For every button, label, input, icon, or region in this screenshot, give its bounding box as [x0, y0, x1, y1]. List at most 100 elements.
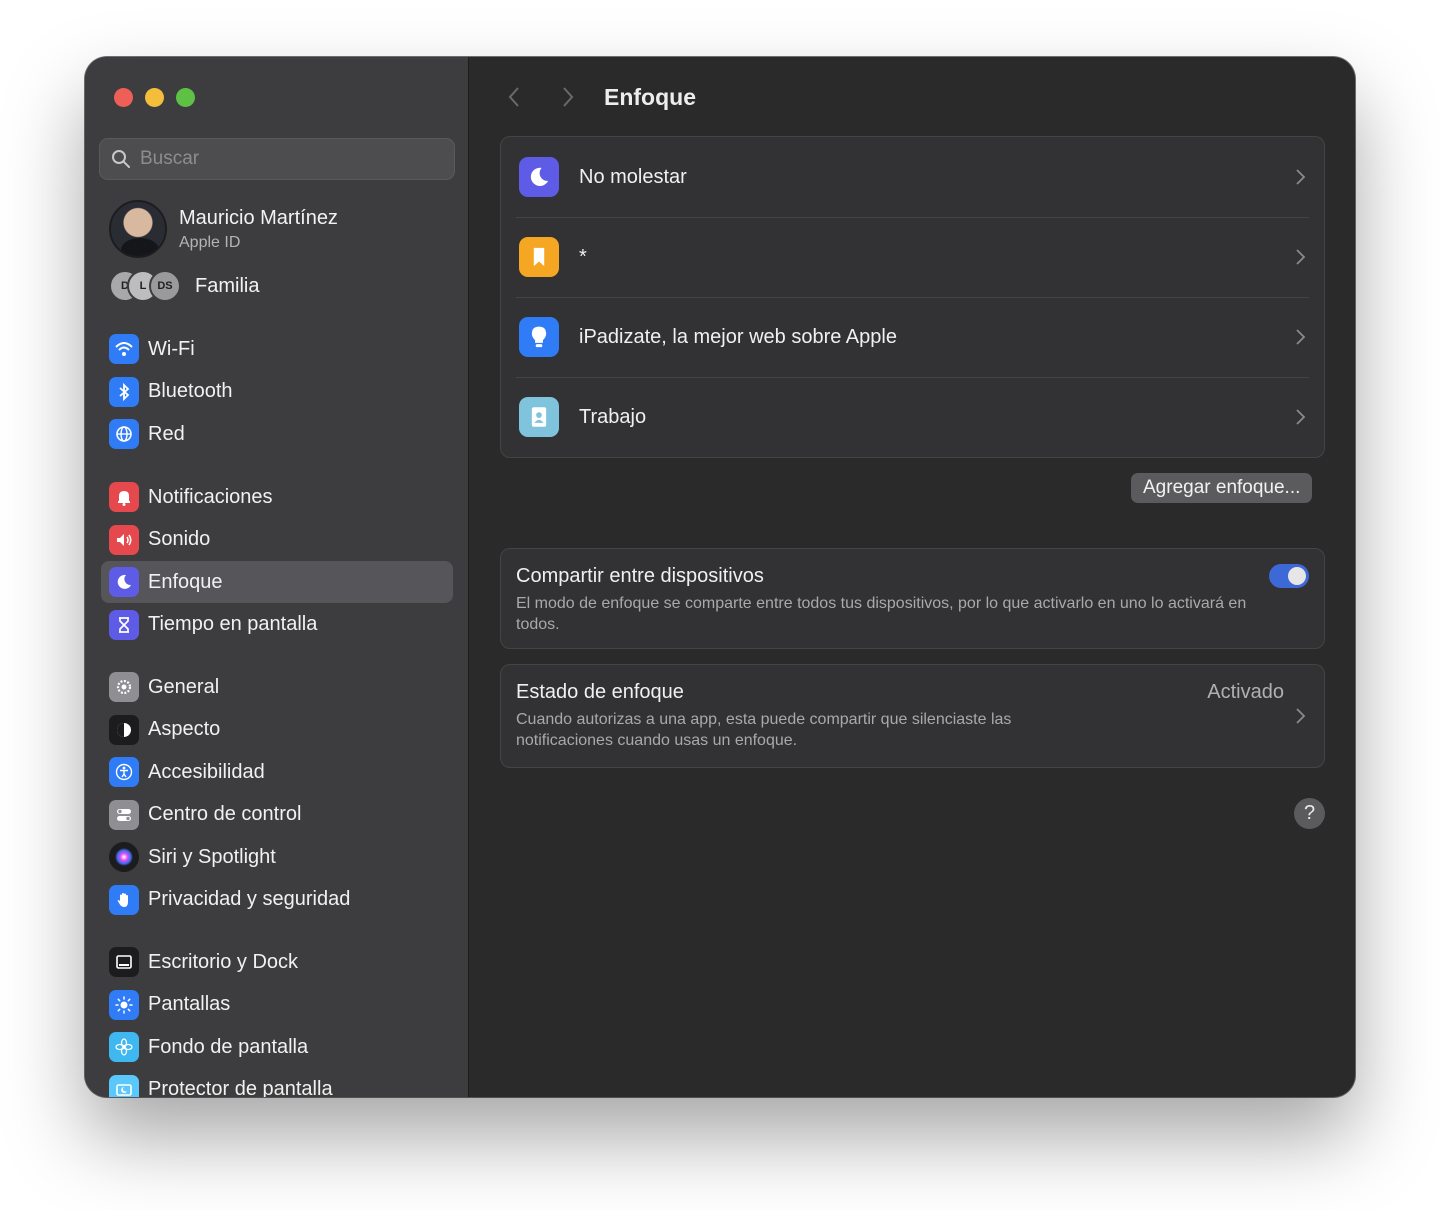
share-title: Compartir entre dispositivos — [516, 565, 764, 587]
focus-mode-ipadizate[interactable]: iPadizate, la mejor web sobre Apple — [501, 297, 1324, 377]
screensaver-icon — [109, 1074, 139, 1097]
gear-icon — [109, 672, 139, 702]
moon-icon — [109, 567, 139, 597]
focus-mode-do-not-disturb[interactable]: No molestar — [501, 137, 1324, 217]
sidebar-item-general[interactable]: General — [101, 666, 453, 708]
sidebar-item-control-center[interactable]: Centro de control — [101, 794, 453, 836]
moon-icon — [519, 157, 559, 197]
sidebar-item-label: Aspecto — [148, 718, 221, 740]
sidebar-item-label: General — [148, 675, 220, 698]
appearance-icon — [109, 714, 139, 745]
sidebar-item-label: Tiempo en pantalla — [148, 613, 318, 635]
sidebar-item-notifications[interactable]: Notificaciones — [101, 476, 453, 518]
main-panel: Enfoque No molestar * iPadizate, la mejo… — [470, 57, 1355, 1097]
share-toggle[interactable] — [1269, 564, 1309, 588]
chevron-right-icon — [1296, 708, 1306, 724]
sidebar-item-label: Red — [148, 422, 185, 445]
focus-status-title: Estado de enfoque — [516, 681, 684, 703]
sidebar-group-notifications: Notificaciones Sonido Enfoque Tiempo en … — [101, 476, 453, 646]
chevron-left-icon — [508, 87, 519, 107]
sidebar-item-sound[interactable]: Sonido — [101, 519, 453, 561]
sidebar-item-label: Wi-Fi — [148, 337, 195, 360]
page-title: Enfoque — [604, 83, 696, 110]
settings-window: Mauricio Martínez Apple ID D L DS Famili… — [85, 57, 1355, 1097]
add-focus-button[interactable]: Agregar enfoque... — [1131, 473, 1313, 503]
flower-icon — [109, 1032, 139, 1062]
wifi-icon — [109, 334, 139, 364]
sidebar-item-label: Enfoque — [148, 570, 223, 593]
bluetooth-icon — [109, 376, 139, 407]
sidebar-item-bluetooth[interactable]: Bluetooth — [101, 371, 453, 413]
sidebar-item-label: Notificaciones — [148, 485, 273, 508]
help-button[interactable]: ? — [1294, 798, 1325, 829]
window-controls — [114, 88, 195, 107]
sidebar-item-label: Siri y Spotlight — [148, 845, 276, 868]
focus-mode-label: iPadizate, la mejor web sobre Apple — [579, 325, 897, 348]
close-window-button[interactable] — [114, 88, 133, 107]
sidebar-item-screensaver[interactable]: Protector de pantalla — [101, 1069, 453, 1097]
forward-button[interactable] — [554, 79, 582, 115]
family-avatar: DS — [149, 270, 181, 302]
sidebar-item-label: Sonido — [148, 528, 211, 550]
focus-mode-custom[interactable]: * — [501, 217, 1324, 297]
bell-icon — [109, 482, 139, 512]
sidebar: Mauricio Martínez Apple ID D L DS Famili… — [85, 57, 469, 1097]
sidebar-item-wifi[interactable]: Wi-Fi — [101, 328, 453, 370]
focus-mode-label: * — [579, 245, 587, 268]
back-button[interactable] — [500, 79, 528, 115]
accessibility-icon — [109, 757, 139, 787]
lightbulb-icon — [519, 317, 559, 357]
chevron-right-icon — [1296, 249, 1306, 265]
search-icon — [112, 150, 130, 168]
globe-icon — [109, 419, 139, 449]
sidebar-item-desktop-dock[interactable]: Escritorio y Dock — [101, 941, 453, 983]
focus-status-card[interactable]: Estado de enfoque Cuando autorizas a una… — [500, 664, 1325, 768]
sidebar-item-accessibility[interactable]: Accesibilidad — [101, 751, 453, 793]
share-description: El modo de enfoque se comparte entre tod… — [516, 595, 1247, 633]
family-item[interactable]: D L DS Familia — [109, 270, 259, 302]
sidebar-item-label: Centro de control — [148, 803, 302, 825]
toolbar: Enfoque — [500, 79, 696, 115]
focus-mode-work[interactable]: Trabajo — [501, 377, 1324, 457]
chevron-right-icon — [1296, 329, 1306, 345]
sidebar-item-appearance[interactable]: Aspecto — [101, 709, 453, 751]
sidebar-item-label: Protector de pantalla — [148, 1078, 333, 1097]
hand-icon — [109, 884, 139, 915]
share-across-devices-card: Compartir entre dispositivos El modo de … — [500, 548, 1325, 649]
siri-icon — [109, 842, 139, 872]
sidebar-item-focus[interactable]: Enfoque — [101, 561, 453, 603]
toggles-icon — [109, 799, 139, 830]
minimize-window-button[interactable] — [145, 88, 164, 107]
chevron-right-icon — [1296, 409, 1306, 425]
profile-name: Mauricio Martínez — [179, 206, 338, 229]
sidebar-item-displays[interactable]: Pantallas — [101, 984, 453, 1026]
focus-status-value: Activado — [1207, 681, 1284, 703]
focus-mode-label: No molestar — [579, 165, 687, 188]
apple-id-profile[interactable]: Mauricio Martínez Apple ID — [109, 200, 338, 258]
search-input[interactable] — [140, 148, 430, 170]
sidebar-item-label: Accesibilidad — [148, 760, 265, 783]
maximize-window-button[interactable] — [176, 88, 195, 107]
sidebar-group-network: Wi-Fi Bluetooth Red — [101, 328, 453, 456]
search-field[interactable] — [99, 138, 455, 180]
family-label: Familia — [195, 274, 260, 297]
sidebar-group-system: General Aspecto Accesibilidad Centro de … — [101, 666, 453, 921]
sidebar-item-label: Pantallas — [148, 993, 231, 1015]
sidebar-group-display: Escritorio y Dock Pantallas Fondo de pan… — [101, 941, 453, 1097]
focus-status-description: Cuando autorizas a una app, esta puede c… — [516, 711, 1012, 749]
bookmark-icon — [519, 237, 559, 277]
profile-subtitle: Apple ID — [179, 233, 241, 251]
sidebar-item-wallpaper[interactable]: Fondo de pantalla — [101, 1026, 453, 1068]
dock-icon — [109, 947, 139, 977]
focus-mode-label: Trabajo — [579, 405, 647, 428]
family-avatars: D L DS — [109, 270, 183, 302]
sun-icon — [109, 989, 139, 1020]
sidebar-item-siri-spotlight[interactable]: Siri y Spotlight — [101, 836, 453, 878]
sidebar-item-screen-time[interactable]: Tiempo en pantalla — [101, 604, 453, 646]
hourglass-icon — [109, 609, 139, 640]
badge-icon — [519, 397, 559, 437]
sidebar-item-network[interactable]: Red — [101, 413, 453, 455]
sidebar-item-label: Fondo de pantalla — [148, 1035, 309, 1058]
sidebar-item-privacy[interactable]: Privacidad y seguridad — [101, 879, 453, 921]
sidebar-item-label: Bluetooth — [148, 380, 233, 402]
